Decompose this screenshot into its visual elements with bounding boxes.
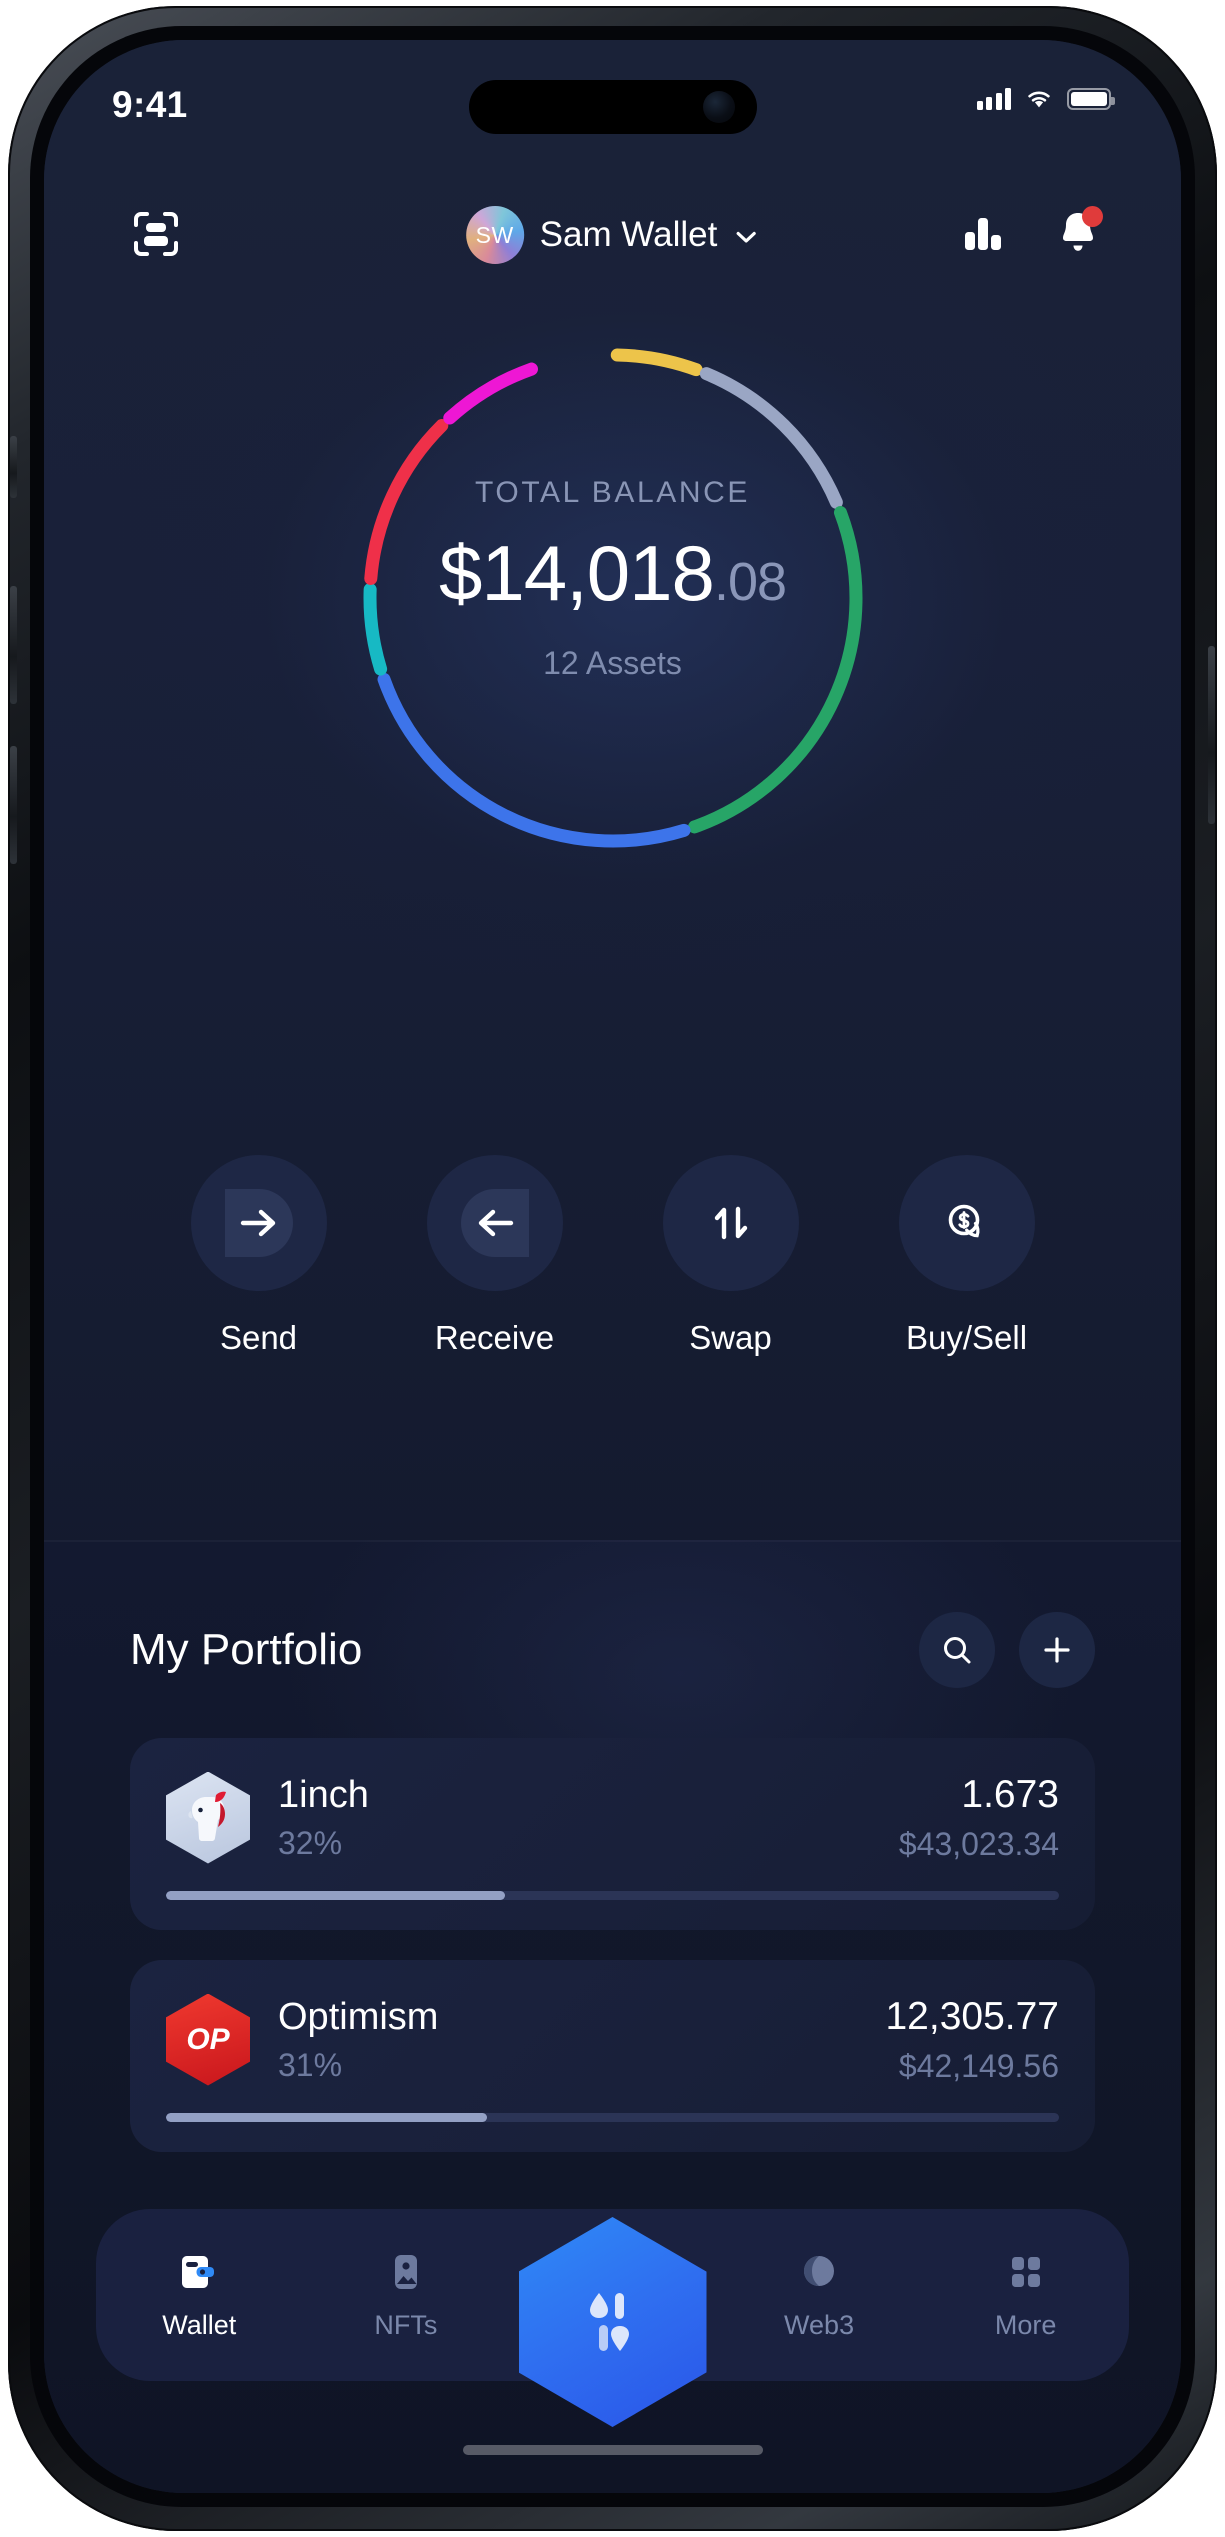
asset-usd-value: $42,149.56 bbox=[898, 2048, 1059, 2085]
notification-badge bbox=[1082, 206, 1103, 227]
optimism-op-logo: OP bbox=[166, 1993, 250, 2086]
action-label: Receive bbox=[434, 1319, 555, 1356]
asset-values: 12,305.77 $42,149.56 bbox=[885, 1994, 1059, 2085]
asset-row-top: 1inch 32% 1.673 $43,023.34 bbox=[166, 1771, 1059, 1864]
panel-divider bbox=[44, 1540, 1181, 1542]
asset-name: 1inch bbox=[278, 1773, 369, 1816]
tab-label: NFTs bbox=[374, 2309, 438, 2340]
home-indicator bbox=[462, 2445, 763, 2455]
asset-row-1inch[interactable]: 1inch 32% 1.673 $43,023.34 bbox=[130, 1738, 1095, 1931]
wallet-icon bbox=[182, 2255, 215, 2288]
status-icons bbox=[976, 88, 1115, 110]
balance-ring: TOTAL BALANCE $14,018.08 12 Assets bbox=[333, 318, 893, 878]
swap-arrows-icon bbox=[714, 1206, 747, 1240]
silent-switch[interactable] bbox=[10, 436, 17, 498]
globe-icon bbox=[804, 2255, 835, 2286]
asset-info: 1inch 32% bbox=[278, 1773, 899, 1863]
balance-main: $14,018 bbox=[438, 529, 715, 617]
page-title: My Portfolio bbox=[130, 1625, 363, 1674]
asset-allocation-bar bbox=[166, 2113, 1059, 2123]
action-label: Buy/Sell bbox=[905, 1319, 1028, 1356]
total-balance-label: TOTAL BALANCE bbox=[475, 476, 750, 509]
action-label: Swap bbox=[689, 1319, 772, 1356]
volume-up-button[interactable] bbox=[10, 586, 17, 704]
tab-nfts[interactable]: NFTs bbox=[303, 2250, 510, 2341]
wallet-selector[interactable]: SW Sam Wallet bbox=[465, 206, 760, 264]
buy-sell-button[interactable] bbox=[898, 1155, 1035, 1291]
tab-more[interactable]: More bbox=[922, 2250, 1129, 2341]
total-balance-value: $14,018.08 bbox=[333, 528, 893, 619]
asset-row-top: OP Optimism 31% 12,305.77 $42,149.56 bbox=[166, 1993, 1059, 2086]
asset-logo: OP bbox=[166, 1993, 250, 2086]
asset-percent: 32% bbox=[278, 1825, 343, 1862]
notifications-button[interactable] bbox=[1055, 206, 1103, 256]
avatar: SW bbox=[465, 206, 524, 264]
asset-row-optimism[interactable]: OP Optimism 31% 12,305.77 $42,149.56 bbox=[130, 1960, 1095, 2153]
action-label: Send bbox=[219, 1319, 298, 1356]
tab-label: More bbox=[994, 2309, 1057, 2340]
action-receive[interactable]: Receive bbox=[401, 1155, 589, 1357]
dollar-coins-icon bbox=[948, 1204, 979, 1238]
wallet-name: Sam Wallet bbox=[539, 215, 718, 254]
asset-allocation-fill bbox=[166, 1891, 506, 1901]
asset-values: 1.673 $43,023.34 bbox=[899, 1772, 1059, 1863]
dynamic-island bbox=[468, 80, 757, 134]
asset-amount: 12,305.77 bbox=[885, 1995, 1059, 2039]
app-header: SW Sam Wallet bbox=[44, 190, 1181, 280]
tab-label: Web3 bbox=[784, 2309, 855, 2340]
balance-cents: .08 bbox=[713, 552, 787, 612]
image-icon bbox=[394, 2254, 417, 2289]
unicorn-glyph bbox=[188, 1791, 226, 1841]
quick-actions: Send Receive Swap Buy/Sell bbox=[44, 1155, 1181, 1357]
tab-wallet[interactable]: Wallet bbox=[96, 2250, 303, 2341]
front-camera bbox=[702, 91, 735, 123]
1inch-unicorn-logo bbox=[166, 1771, 250, 1864]
add-asset-button[interactable] bbox=[1019, 1612, 1095, 1688]
portfolio-header: My Portfolio bbox=[44, 1595, 1181, 1705]
bar-chart-icon[interactable] bbox=[961, 210, 1005, 254]
search-button[interactable] bbox=[919, 1612, 995, 1688]
arrow-right-icon bbox=[240, 1209, 275, 1237]
send-button[interactable] bbox=[190, 1155, 327, 1291]
screenshot-root: 9:41 SW Sam Wallet TOTAL BALANCE $14,018… bbox=[0, 0, 1225, 2537]
asset-usd-value: $43,023.34 bbox=[898, 1826, 1059, 1863]
volume-down-button[interactable] bbox=[10, 746, 17, 864]
asset-percent: 31% bbox=[278, 2047, 343, 2084]
status-time: 9:41 bbox=[112, 84, 188, 125]
wifi-icon bbox=[1028, 91, 1050, 108]
asset-list: 1inch 32% 1.673 $43,023.34 OP Optimism 3… bbox=[130, 1738, 1095, 2182]
receive-button[interactable] bbox=[426, 1155, 563, 1291]
assets-count: 12 Assets bbox=[543, 645, 682, 681]
asset-allocation-bar bbox=[166, 1891, 1059, 1901]
asset-amount: 1.673 bbox=[961, 1773, 1059, 1816]
battery-full-icon bbox=[1067, 88, 1115, 110]
hexagon-drops-icon bbox=[589, 2293, 629, 2351]
asset-allocation-fill bbox=[166, 2113, 488, 2123]
arrow-left-icon bbox=[478, 1209, 513, 1237]
cellular-signal-icon bbox=[976, 88, 1011, 110]
chevron-down-icon[interactable] bbox=[733, 224, 759, 250]
swap-button[interactable] bbox=[662, 1155, 799, 1291]
tab-label: Wallet bbox=[162, 2309, 237, 2340]
phone-body: 9:41 SW Sam Wallet TOTAL BALANCE $14,018… bbox=[8, 6, 1217, 2531]
plus-icon bbox=[1044, 1637, 1070, 1663]
action-send[interactable]: Send bbox=[165, 1155, 353, 1357]
asset-name: Optimism bbox=[278, 1995, 439, 2038]
asset-logo bbox=[166, 1771, 250, 1864]
power-button[interactable] bbox=[1208, 646, 1215, 824]
header-actions bbox=[961, 206, 1103, 256]
search-icon bbox=[944, 1637, 971, 1664]
tab-web3[interactable]: Web3 bbox=[716, 2250, 923, 2341]
scan-qr-icon[interactable] bbox=[132, 210, 180, 258]
phone-screen: 9:41 SW Sam Wallet TOTAL BALANCE $14,018… bbox=[44, 40, 1181, 2493]
asset-info: Optimism 31% bbox=[278, 1995, 885, 2085]
action-swap[interactable]: Swap bbox=[637, 1155, 825, 1357]
action-buy-sell[interactable]: Buy/Sell bbox=[873, 1155, 1061, 1357]
grid-icon bbox=[1011, 2256, 1040, 2287]
balance-center: TOTAL BALANCE $14,018.08 12 Assets bbox=[333, 476, 893, 682]
